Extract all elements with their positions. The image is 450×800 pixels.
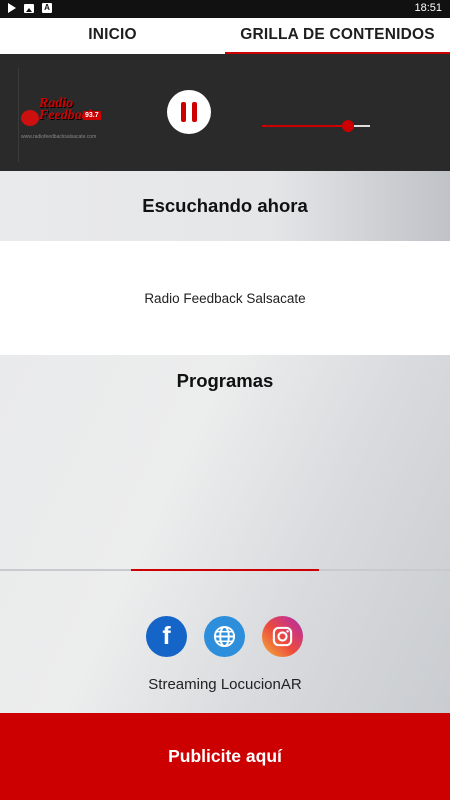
website-button[interactable] — [204, 616, 245, 657]
volume-slider[interactable] — [262, 119, 370, 133]
app-icon: A — [42, 3, 52, 13]
now-playing-station: Radio Feedback Salsacate — [0, 241, 450, 355]
facebook-button[interactable]: f — [146, 616, 187, 657]
logo-url: www.radiofeedbacksalsacate.com — [21, 134, 97, 140]
play-icon — [8, 3, 16, 13]
instagram-button[interactable] — [262, 616, 303, 657]
tab-inicio[interactable]: INICIO — [0, 18, 225, 54]
tab-bar: INICIO GRILLA DE CONTENIDOS — [0, 18, 450, 54]
now-playing-heading: Escuchando ahora — [0, 171, 450, 241]
status-time: 18:51 — [414, 2, 442, 14]
station-logo: Radio Feedback 93.7 www.radiofeedbacksal… — [18, 68, 112, 162]
logo-disc-icon — [21, 110, 39, 126]
pause-button[interactable] — [167, 90, 211, 134]
image-icon — [24, 3, 34, 13]
advertise-label: Publicite aquí — [168, 746, 282, 766]
facebook-icon: f — [162, 622, 171, 650]
player-bar: Radio Feedback 93.7 www.radiofeedbacksal… — [0, 54, 450, 171]
status-bar: A 18:51 — [0, 0, 450, 18]
advertise-button[interactable]: Publicite aquí — [0, 713, 450, 800]
volume-thumb[interactable] — [342, 120, 355, 132]
instagram-icon — [272, 626, 293, 647]
streaming-credit: Streaming LocucionAR — [148, 676, 302, 693]
tab-grilla-de-contenidos[interactable]: GRILLA DE CONTENIDOS — [225, 18, 450, 54]
globe-icon — [213, 625, 236, 648]
social-links: f — [146, 616, 303, 657]
logo-frequency: 93.7 — [83, 111, 101, 120]
programs-heading: Programas — [176, 370, 274, 391]
volume-fill — [262, 125, 349, 127]
pause-icon — [181, 102, 186, 122]
divider-accent — [131, 569, 319, 571]
